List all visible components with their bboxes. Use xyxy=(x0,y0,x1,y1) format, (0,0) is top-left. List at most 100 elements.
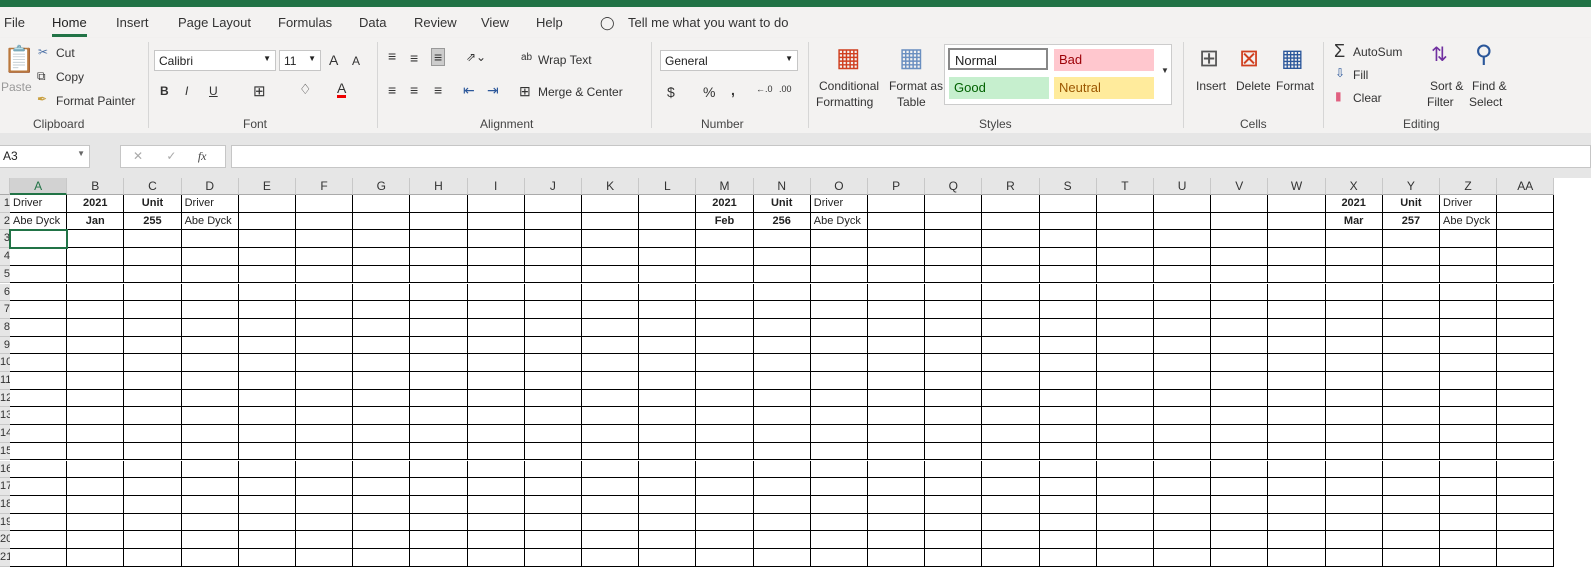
cell-W7[interactable] xyxy=(1268,301,1326,319)
clear-button[interactable]: Clear xyxy=(1353,91,1382,105)
cell-N16[interactable] xyxy=(753,460,811,479)
cell-H18[interactable] xyxy=(410,495,468,514)
cell-K8[interactable] xyxy=(582,318,640,337)
cell-C4[interactable] xyxy=(124,248,182,266)
align-top-icon[interactable]: ≡ xyxy=(388,48,396,64)
cell-A6[interactable] xyxy=(10,283,68,302)
cell-D12[interactable] xyxy=(181,389,239,408)
cell-P7[interactable] xyxy=(868,301,926,319)
cell-L18[interactable] xyxy=(639,495,697,514)
column-header-A[interactable]: A xyxy=(10,178,68,195)
cell-R20[interactable] xyxy=(982,531,1040,549)
cell-P14[interactable] xyxy=(868,425,926,443)
insert-button[interactable]: Insert xyxy=(1196,79,1226,93)
cell-N8[interactable] xyxy=(753,318,811,337)
cell-C18[interactable] xyxy=(124,495,182,514)
cell-C19[interactable] xyxy=(124,513,182,532)
cell-W8[interactable] xyxy=(1268,318,1326,337)
cell-G2[interactable] xyxy=(353,212,411,231)
cell-K1[interactable] xyxy=(582,195,640,213)
cell-M13[interactable] xyxy=(696,407,754,426)
cell-K15[interactable] xyxy=(582,442,640,461)
cell-J11[interactable] xyxy=(524,372,582,390)
cell-D18[interactable] xyxy=(181,495,239,514)
cell-S17[interactable] xyxy=(1039,478,1097,496)
cell-K11[interactable] xyxy=(582,372,640,390)
cell-P1[interactable] xyxy=(868,195,926,213)
cell-Q8[interactable] xyxy=(925,318,983,337)
cell-H3[interactable] xyxy=(410,230,468,249)
cell-M4[interactable] xyxy=(696,248,754,266)
cell-P12[interactable] xyxy=(868,389,926,408)
cell-P9[interactable] xyxy=(868,336,926,355)
cell-O17[interactable] xyxy=(810,478,868,496)
cell-T2[interactable] xyxy=(1096,212,1154,231)
cell-L10[interactable] xyxy=(639,354,697,372)
cell-Z3[interactable] xyxy=(1440,230,1498,249)
cell-F3[interactable] xyxy=(296,230,354,249)
cell-V9[interactable] xyxy=(1211,336,1269,355)
cell-I20[interactable] xyxy=(467,531,525,549)
cell-Z14[interactable] xyxy=(1440,425,1498,443)
cell-L12[interactable] xyxy=(639,389,697,408)
column-header-K[interactable]: K xyxy=(582,178,640,195)
cell-G9[interactable] xyxy=(353,336,411,355)
cell-N3[interactable] xyxy=(753,230,811,249)
cell-T5[interactable] xyxy=(1096,265,1154,284)
column-header-V[interactable]: V xyxy=(1211,178,1269,195)
cell-Z11[interactable] xyxy=(1440,372,1498,390)
cell-I5[interactable] xyxy=(467,265,525,284)
cell-Y13[interactable] xyxy=(1382,407,1440,426)
cell-S11[interactable] xyxy=(1039,372,1097,390)
cell-B5[interactable] xyxy=(67,265,125,284)
column-header-D[interactable]: D xyxy=(181,178,239,195)
cell-U20[interactable] xyxy=(1154,531,1212,549)
cell-J16[interactable] xyxy=(524,460,582,479)
cell-O9[interactable] xyxy=(810,336,868,355)
cell-S4[interactable] xyxy=(1039,248,1097,266)
cell-F15[interactable] xyxy=(296,442,354,461)
cell-N6[interactable] xyxy=(753,283,811,302)
cell-L9[interactable] xyxy=(639,336,697,355)
cell-W13[interactable] xyxy=(1268,407,1326,426)
wrap-text-button[interactable]: Wrap Text xyxy=(538,53,592,67)
cell-F4[interactable] xyxy=(296,248,354,266)
cell-R9[interactable] xyxy=(982,336,1040,355)
cell-X6[interactable] xyxy=(1325,283,1383,302)
cell-D11[interactable] xyxy=(181,372,239,390)
tab-data[interactable]: Data xyxy=(359,15,386,30)
cell-D13[interactable] xyxy=(181,407,239,426)
cell-Z4[interactable] xyxy=(1440,248,1498,266)
cell-N13[interactable] xyxy=(753,407,811,426)
cell-G4[interactable] xyxy=(353,248,411,266)
cell-C15[interactable] xyxy=(124,442,182,461)
delete-button[interactable]: Delete xyxy=(1236,79,1271,93)
cell-E10[interactable] xyxy=(238,354,296,372)
cell-U4[interactable] xyxy=(1154,248,1212,266)
cell-Z21[interactable] xyxy=(1440,549,1498,567)
cell-C21[interactable] xyxy=(124,549,182,567)
cell-S1[interactable] xyxy=(1039,195,1097,213)
cell-W17[interactable] xyxy=(1268,478,1326,496)
cell-Z15[interactable] xyxy=(1440,442,1498,461)
cell-T4[interactable] xyxy=(1096,248,1154,266)
cell-H19[interactable] xyxy=(410,513,468,532)
cell-E14[interactable] xyxy=(238,425,296,443)
cell-L6[interactable] xyxy=(639,283,697,302)
cell-O4[interactable] xyxy=(810,248,868,266)
row-header-2[interactable]: 2 xyxy=(0,212,10,231)
cell-A7[interactable] xyxy=(10,301,68,319)
cell-O8[interactable] xyxy=(810,318,868,337)
borders-icon[interactable]: ⊞ xyxy=(253,82,266,100)
cell-O21[interactable] xyxy=(810,549,868,567)
cell-F12[interactable] xyxy=(296,389,354,408)
cell-W5[interactable] xyxy=(1268,265,1326,284)
cell-Q4[interactable] xyxy=(925,248,983,266)
cell-O16[interactable] xyxy=(810,460,868,479)
cell-M3[interactable] xyxy=(696,230,754,249)
cell-W19[interactable] xyxy=(1268,513,1326,532)
cell-A12[interactable] xyxy=(10,389,68,408)
cell-AA2[interactable] xyxy=(1497,212,1555,231)
comma-button[interactable]: , xyxy=(731,82,735,98)
cell-R12[interactable] xyxy=(982,389,1040,408)
